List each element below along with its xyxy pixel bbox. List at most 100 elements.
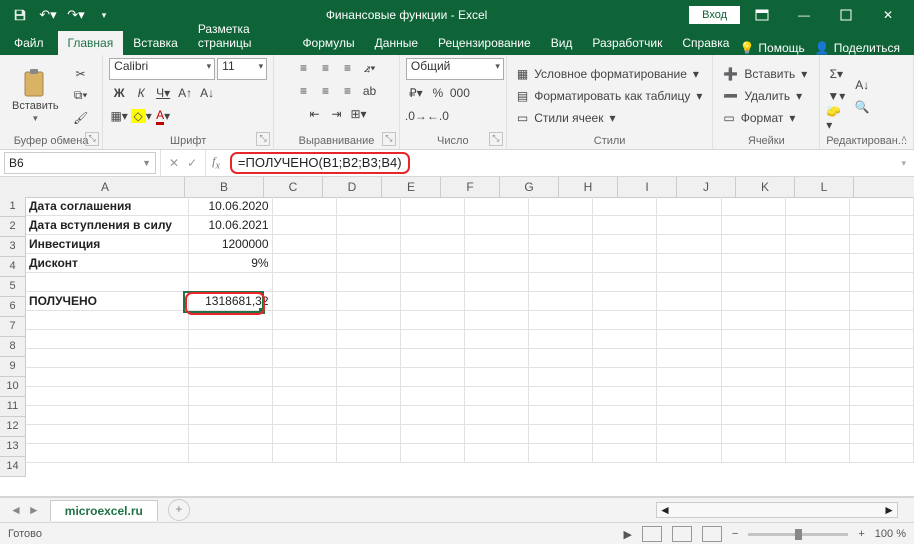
cell[interactable] bbox=[465, 368, 529, 387]
cell[interactable] bbox=[786, 330, 850, 349]
cell[interactable] bbox=[593, 349, 657, 368]
cell[interactable] bbox=[850, 387, 914, 406]
name-box[interactable]: B6▼ bbox=[4, 152, 156, 174]
cell[interactable] bbox=[189, 330, 273, 349]
cell[interactable] bbox=[529, 444, 593, 463]
row-header[interactable]: 13 bbox=[0, 437, 26, 457]
tab-insert[interactable]: Вставка bbox=[123, 31, 188, 55]
spreadsheet-grid[interactable]: ABCDEFGHIJKL 1234567891011121314 Дата со… bbox=[0, 177, 914, 497]
row-header[interactable]: 7 bbox=[0, 317, 26, 337]
cell[interactable]: 10.06.2020 bbox=[189, 197, 273, 216]
cell[interactable] bbox=[273, 254, 337, 273]
orientation-icon[interactable]: ⦨▾ bbox=[360, 58, 380, 78]
cell[interactable] bbox=[657, 387, 721, 406]
cell[interactable] bbox=[529, 292, 593, 311]
share-button[interactable]: 👤Поделиться bbox=[815, 41, 900, 55]
cell[interactable] bbox=[273, 368, 337, 387]
row-header[interactable]: 12 bbox=[0, 417, 26, 437]
cell[interactable] bbox=[786, 406, 850, 425]
font-grow-icon[interactable]: A↑ bbox=[175, 83, 195, 103]
bold-button[interactable]: Ж bbox=[109, 83, 129, 103]
cell[interactable] bbox=[786, 368, 850, 387]
cell[interactable] bbox=[786, 273, 850, 292]
cell[interactable] bbox=[401, 368, 465, 387]
borders-icon[interactable]: ▦▾ bbox=[109, 106, 129, 126]
row-header[interactable]: 9 bbox=[0, 357, 26, 377]
cell[interactable] bbox=[657, 444, 721, 463]
cell[interactable]: Дата вступления в силу bbox=[26, 216, 189, 235]
cell[interactable] bbox=[465, 216, 529, 235]
cell[interactable] bbox=[337, 311, 401, 330]
cell[interactable] bbox=[722, 197, 786, 216]
find-select-icon[interactable]: 🔍 bbox=[852, 97, 872, 117]
cell[interactable] bbox=[593, 216, 657, 235]
cell[interactable]: Инвестиция bbox=[26, 235, 189, 254]
font-name-combo[interactable]: Calibri bbox=[109, 58, 215, 80]
cell[interactable] bbox=[722, 444, 786, 463]
cell[interactable] bbox=[593, 254, 657, 273]
minimize-icon[interactable]: — bbox=[784, 0, 824, 30]
cell[interactable] bbox=[529, 235, 593, 254]
cell[interactable] bbox=[593, 368, 657, 387]
cell[interactable] bbox=[657, 425, 721, 444]
cell[interactable] bbox=[465, 444, 529, 463]
close-icon[interactable]: ✕ bbox=[868, 0, 908, 30]
cell[interactable] bbox=[722, 330, 786, 349]
cell[interactable] bbox=[593, 197, 657, 216]
percent-icon[interactable]: % bbox=[428, 83, 448, 103]
page-break-view-icon[interactable] bbox=[702, 526, 722, 542]
font-launcher-icon[interactable]: ⤡ bbox=[256, 132, 270, 146]
cell[interactable] bbox=[337, 235, 401, 254]
cell[interactable] bbox=[337, 444, 401, 463]
qat-dropdown-icon[interactable]: ▾ bbox=[92, 3, 116, 27]
zoom-out-icon[interactable]: − bbox=[732, 528, 738, 540]
cell[interactable] bbox=[722, 292, 786, 311]
cell[interactable] bbox=[465, 311, 529, 330]
column-header[interactable]: C bbox=[264, 177, 323, 197]
cell[interactable] bbox=[337, 254, 401, 273]
cell[interactable] bbox=[189, 311, 273, 330]
cell[interactable] bbox=[593, 273, 657, 292]
save-icon[interactable] bbox=[8, 3, 32, 27]
cell[interactable] bbox=[593, 235, 657, 254]
column-headers[interactable]: ABCDEFGHIJKL bbox=[26, 177, 914, 198]
cell[interactable] bbox=[337, 197, 401, 216]
cell[interactable] bbox=[337, 425, 401, 444]
cell[interactable] bbox=[850, 197, 914, 216]
cell[interactable] bbox=[273, 330, 337, 349]
cell[interactable] bbox=[850, 235, 914, 254]
cell[interactable] bbox=[26, 273, 189, 292]
cell[interactable] bbox=[657, 311, 721, 330]
cell[interactable] bbox=[465, 235, 529, 254]
cell[interactable] bbox=[337, 349, 401, 368]
cell[interactable] bbox=[786, 292, 850, 311]
cell[interactable] bbox=[786, 349, 850, 368]
row-headers[interactable]: 1234567891011121314 bbox=[0, 197, 26, 477]
cell[interactable] bbox=[26, 444, 189, 463]
cell[interactable] bbox=[850, 254, 914, 273]
cell[interactable] bbox=[593, 425, 657, 444]
cell[interactable] bbox=[850, 406, 914, 425]
cell[interactable] bbox=[722, 235, 786, 254]
column-header[interactable]: J bbox=[677, 177, 736, 197]
zoom-in-icon[interactable]: + bbox=[858, 528, 864, 540]
italic-button[interactable]: К bbox=[131, 83, 151, 103]
cell[interactable] bbox=[273, 425, 337, 444]
wrap-text-icon[interactable]: ab bbox=[360, 81, 380, 101]
tab-view[interactable]: Вид bbox=[541, 31, 583, 55]
row-header[interactable]: 1 bbox=[0, 197, 26, 217]
cell[interactable] bbox=[657, 292, 721, 311]
cell-styles-button[interactable]: ▭Стили ячеек▾ bbox=[513, 108, 707, 128]
font-shrink-icon[interactable]: A↓ bbox=[197, 83, 217, 103]
cell[interactable] bbox=[593, 311, 657, 330]
login-button[interactable]: Вход bbox=[689, 6, 740, 24]
cell[interactable] bbox=[401, 387, 465, 406]
cell[interactable] bbox=[850, 368, 914, 387]
tab-developer[interactable]: Разработчик bbox=[582, 31, 672, 55]
cell[interactable] bbox=[337, 273, 401, 292]
cell[interactable] bbox=[529, 330, 593, 349]
number-format-combo[interactable]: Общий bbox=[406, 58, 504, 80]
horizontal-scrollbar[interactable]: ◄► bbox=[656, 502, 898, 518]
cell[interactable]: Дисконт bbox=[26, 254, 189, 273]
ribbon-display-icon[interactable] bbox=[742, 0, 782, 30]
